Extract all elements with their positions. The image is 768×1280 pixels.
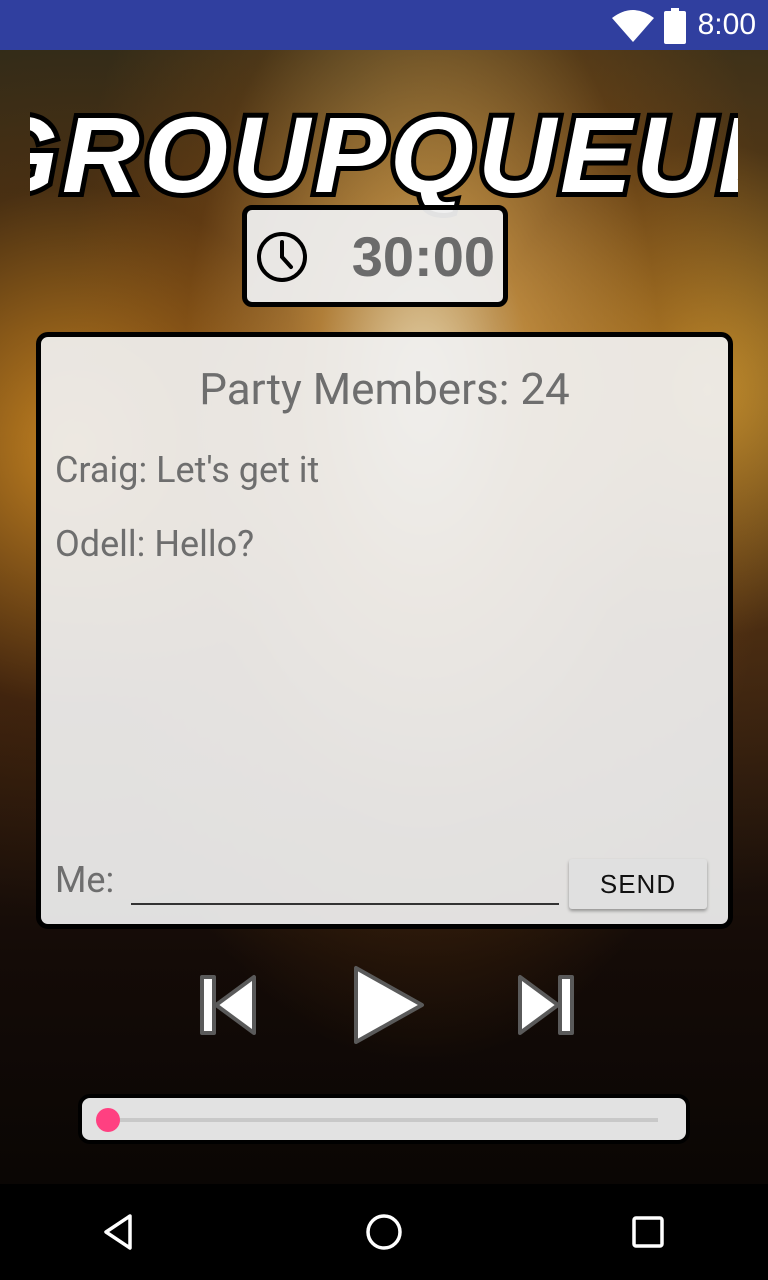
skip-next-icon[interactable]	[506, 965, 586, 1045]
wifi-icon	[612, 10, 654, 42]
timer-value: 30:00	[351, 225, 495, 288]
skip-previous-icon[interactable]	[188, 965, 268, 1045]
seek-thumb[interactable]	[96, 1108, 120, 1132]
chat-message: Odell: Hello?	[55, 523, 255, 565]
status-time: 8:00	[697, 8, 756, 41]
chat-message: Craig: Let's get it	[55, 449, 320, 491]
app-title: GROUPQUEUE	[30, 94, 738, 215]
home-icon[interactable]	[360, 1208, 408, 1256]
background-scene: GROUPQUEUE 30:00 Party Members: 24 Craig…	[0, 50, 768, 1184]
battery-icon	[664, 8, 686, 44]
navigation-bar	[0, 1184, 768, 1280]
party-members-count: Party Members: 24	[199, 363, 570, 415]
play-icon[interactable]	[342, 960, 432, 1050]
message-input[interactable]	[131, 865, 559, 905]
me-label: Me:	[55, 859, 115, 901]
seek-bar[interactable]	[78, 1094, 690, 1144]
back-icon[interactable]	[96, 1208, 144, 1256]
status-bar: 8:00	[0, 0, 768, 50]
seek-track	[110, 1118, 658, 1122]
clock-icon	[257, 232, 307, 282]
timer-box: 30:00	[242, 205, 508, 307]
send-button[interactable]: SEND	[569, 859, 707, 909]
recents-icon[interactable]	[624, 1208, 672, 1256]
chat-panel: Party Members: 24 Craig: Let's get it Od…	[36, 332, 733, 929]
